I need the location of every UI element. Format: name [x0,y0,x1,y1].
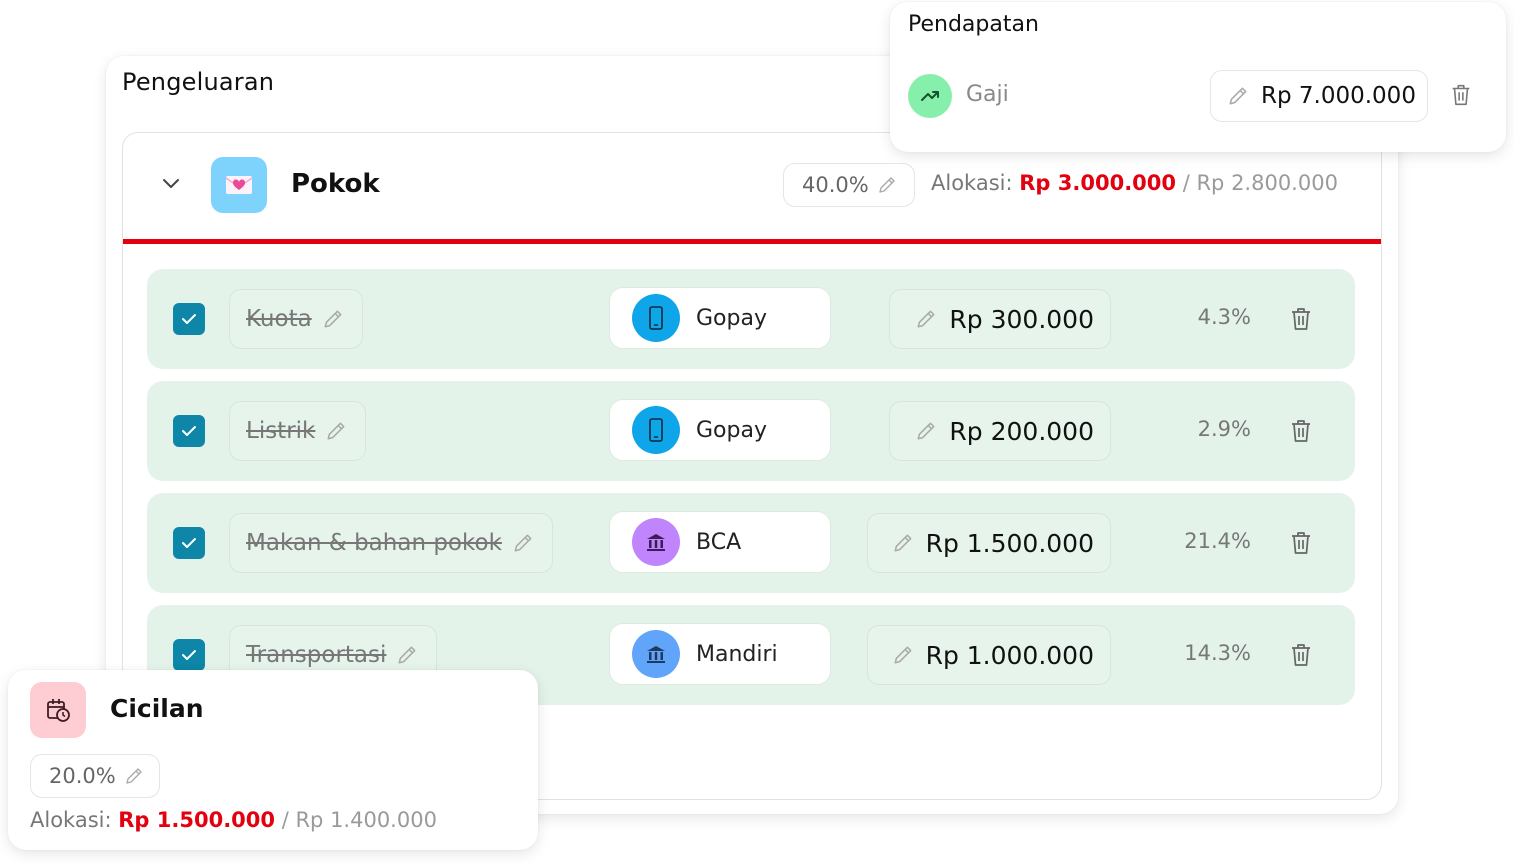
item-name-field[interactable]: Listrik [229,401,367,461]
bank-icon [632,518,680,566]
amount-field[interactable]: Rp 300.000 [889,289,1111,349]
pencil-icon [322,308,344,330]
pencil-icon [396,644,418,666]
pencil-icon [915,308,937,330]
item-amount: Rp 1.500.000 [925,528,1094,558]
item-name: Makan & bahan pokok [246,530,502,556]
account-selector[interactable]: BCA [609,511,831,573]
item-checkbox[interactable] [173,639,205,671]
pencil-icon [877,175,897,195]
allocation-label: Alokasi: [30,808,112,832]
trash-icon[interactable] [1287,641,1315,669]
item-checkbox[interactable] [173,527,205,559]
pencil-icon [512,532,534,554]
calendar-clock-icon [30,682,86,738]
pencil-icon [124,766,144,786]
expense-row: Makan & bahan pokok BCA Rp 1.500.000 21.… [147,493,1355,593]
trending-up-icon [908,74,952,118]
item-checkbox[interactable] [173,415,205,447]
account-selector[interactable]: Mandiri [609,623,831,685]
item-amount: Rp 1.000.000 [925,640,1094,670]
item-name-field[interactable]: Makan & bahan pokok [229,513,553,573]
account-selector[interactable]: Gopay [609,287,831,349]
item-name: Transportasi [246,642,387,668]
allocation-label: Alokasi: [931,171,1013,195]
pencil-icon [915,420,937,442]
phone-icon [632,406,680,454]
item-percent: 2.9% [1197,417,1251,441]
category-percent: 40.0% [802,173,869,197]
bank-icon [632,630,680,678]
installments-allocation: Alokasi: Rp 1.500.000 / Rp 1.400.000 [30,808,437,832]
spent-value: Rp 2.800.000 [1196,171,1338,195]
income-name: Gaji [966,82,1009,107]
allocation-value: Rp 3.000.000 [1019,171,1177,195]
account-selector[interactable]: Gopay [609,399,831,461]
over-budget-bar [123,239,1381,244]
installments-card: Cicilan 20.0% Alokasi: Rp 1.500.000 / Rp… [8,670,538,850]
trash-icon[interactable] [1287,529,1315,557]
pencil-icon [892,532,914,554]
item-checkbox[interactable] [173,303,205,335]
chevron-down-icon[interactable] [159,171,183,195]
item-amount: Rp 200.000 [949,416,1094,446]
installments-name: Cicilan [110,694,204,723]
pencil-icon [892,644,914,666]
income-title: Pendapatan [908,12,1039,37]
item-name-field[interactable]: Kuota [229,289,363,349]
account-name: Gopay [696,417,767,443]
spent-value: Rp 1.400.000 [295,808,437,832]
income-amount-field[interactable]: Rp 7.000.000 [1210,70,1428,122]
account-name: Mandiri [696,641,778,667]
item-name: Kuota [246,306,312,332]
trash-icon[interactable] [1448,82,1474,108]
trash-icon[interactable] [1287,305,1315,333]
item-percent: 21.4% [1184,529,1251,553]
installments-percent: 20.0% [49,764,116,788]
allocation-value: Rp 1.500.000 [118,808,276,832]
expenses-title: Pengeluaran [122,68,275,96]
income-card: Pendapatan Gaji Rp 7.000.000 [890,2,1506,152]
item-name: Listrik [246,418,316,444]
expense-row: Kuota Gopay Rp 300.000 4.3% [147,269,1355,369]
expense-row: Listrik Gopay Rp 200.000 2.9% [147,381,1355,481]
installments-percent-field[interactable]: 20.0% [30,754,160,798]
income-amount: Rp 7.000.000 [1261,83,1416,109]
category-name: Pokok [291,169,380,199]
pencil-icon [1227,85,1249,107]
category-percent-field[interactable]: 40.0% [783,163,915,207]
amount-field[interactable]: Rp 1.500.000 [867,513,1111,573]
item-percent: 4.3% [1197,305,1251,329]
account-name: BCA [696,529,742,555]
phone-icon [632,294,680,342]
item-percent: 14.3% [1184,641,1251,665]
envelope-heart-icon [211,157,267,213]
account-name: Gopay [696,305,767,331]
trash-icon[interactable] [1287,417,1315,445]
allocation-separator: / [1182,171,1190,195]
allocation-separator: / [281,808,289,832]
amount-field[interactable]: Rp 1.000.000 [867,625,1111,685]
item-amount: Rp 300.000 [949,304,1094,334]
amount-field[interactable]: Rp 200.000 [889,401,1111,461]
pencil-icon [325,420,347,442]
category-allocation: Alokasi: Rp 3.000.000 / Rp 2.800.000 [931,171,1338,195]
